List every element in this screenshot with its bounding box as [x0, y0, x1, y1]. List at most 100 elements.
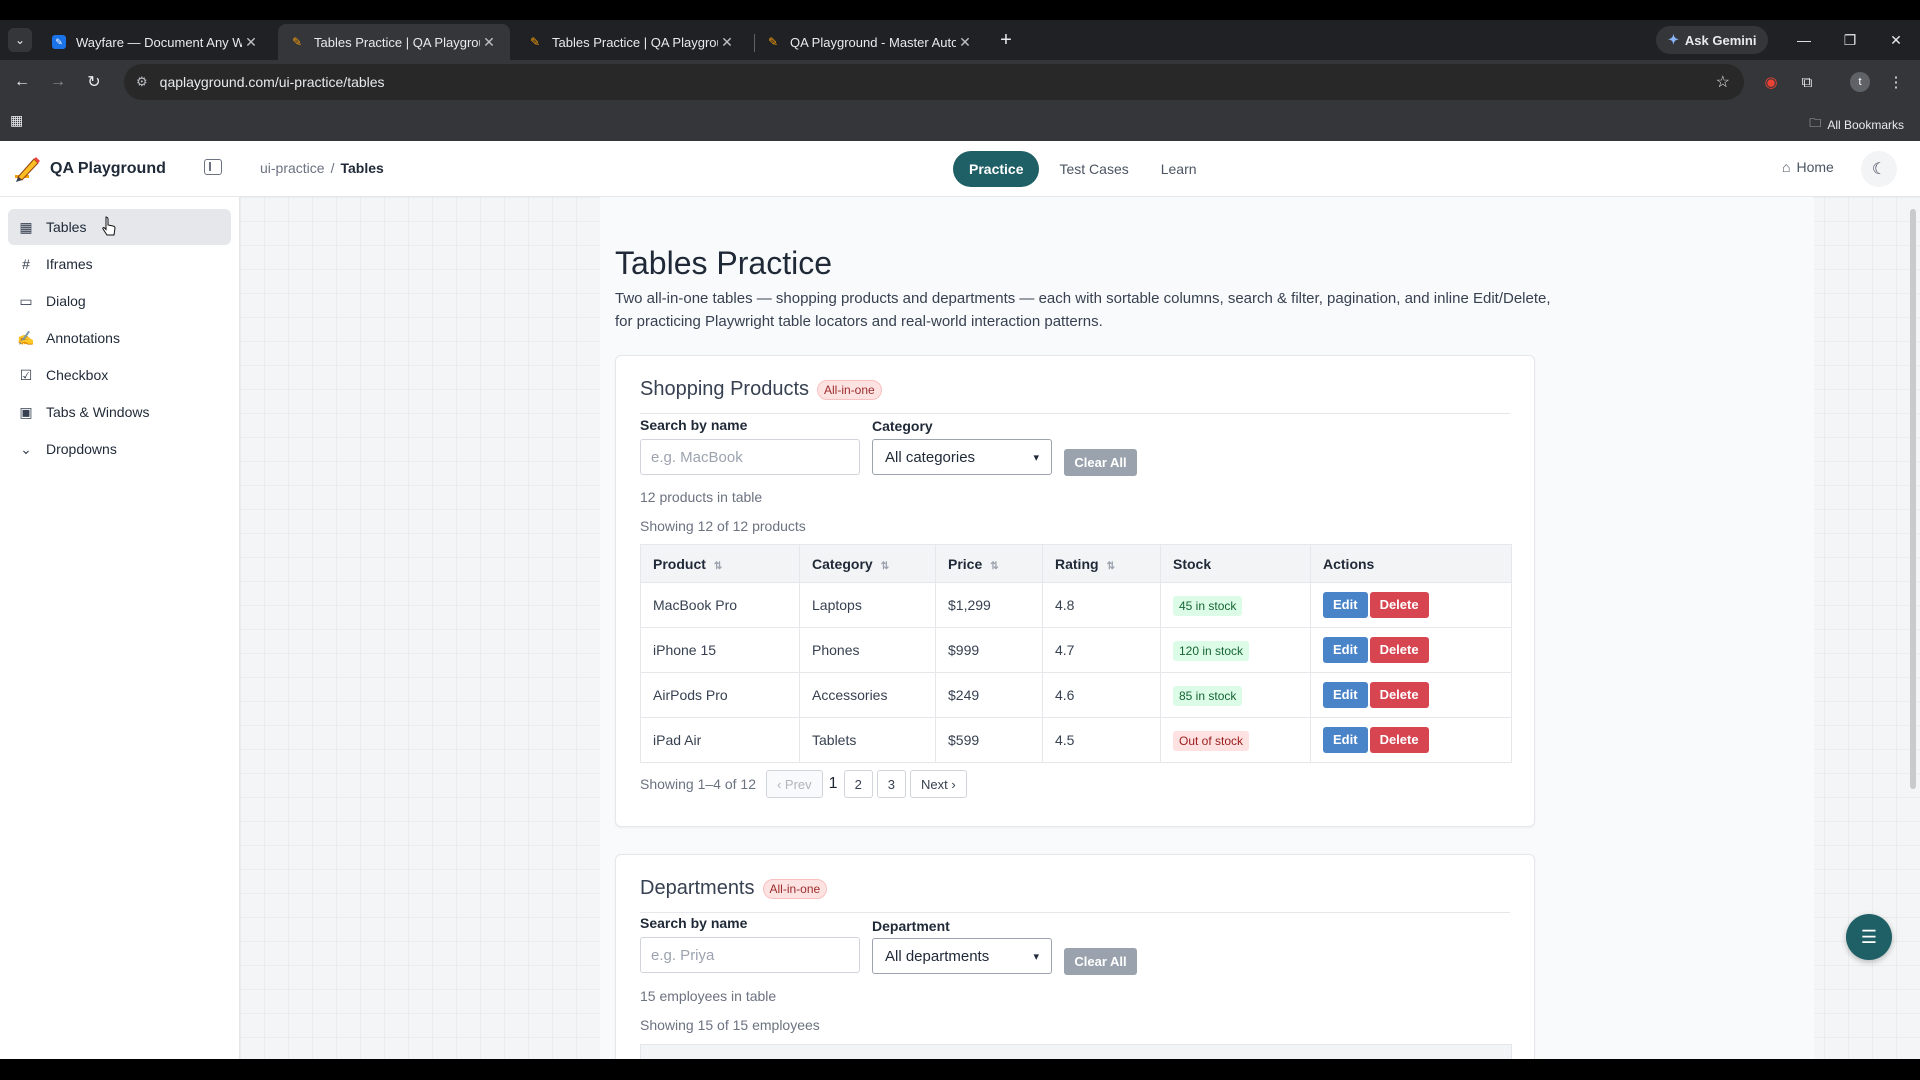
tab-title: Tables Practice | QA Playground: [552, 34, 718, 50]
kebab-menu-icon[interactable]: ⋮: [1884, 70, 1908, 94]
status-badge: All-in-one: [762, 878, 828, 899]
sidebar-item-tabs-windows[interactable]: ▣ Tabs & Windows: [8, 394, 231, 430]
delete-button[interactable]: Delete: [1369, 727, 1429, 753]
category-label: Category: [872, 418, 933, 434]
pencil-icon: ✎: [291, 35, 303, 49]
avatar[interactable]: t: [1850, 72, 1870, 92]
clear-all-button[interactable]: Clear All: [1064, 948, 1137, 975]
nav-test-cases[interactable]: Test Cases: [1047, 153, 1140, 185]
sidebar-item-annotations[interactable]: ✍ Annotations: [8, 320, 231, 356]
browser-tab-4[interactable]: ✎ QA Playground - Master Autom ✕: [754, 24, 986, 60]
cell-category: Phones: [799, 627, 936, 673]
sidebar-item-label: Annotations: [46, 330, 120, 346]
browser-tab-3[interactable]: ✎ Tables Practice | QA Playground ✕: [516, 24, 748, 60]
ask-gemini-button[interactable]: ✦ Ask Gemini: [1656, 26, 1769, 54]
edit-button[interactable]: Edit: [1323, 592, 1368, 618]
puzzle-icon[interactable]: ⧉: [1795, 70, 1819, 94]
address-bar[interactable]: ⚙ qaplayground.com/ui-practice/tables ☆: [124, 64, 1744, 100]
forward-button[interactable]: →: [46, 70, 70, 94]
sidebar-item-dialog[interactable]: ▭ Dialog: [8, 283, 231, 319]
column-header-price[interactable]: Price ⇅: [935, 544, 1043, 583]
table-header-row: Product ⇅ Category ⇅ Price ⇅ Rating ⇅ Stock …: [640, 544, 1512, 583]
page-button-3[interactable]: 3: [876, 770, 907, 798]
next-page-button[interactable]: Next ›: [910, 770, 967, 798]
moon-icon: ☾: [1871, 161, 1887, 178]
chat-icon: ☰: [1860, 926, 1878, 947]
bookmark-star-icon[interactable]: ☆: [1716, 72, 1730, 92]
sidebar-item-dropdowns[interactable]: ⌄ Dropdowns: [8, 431, 231, 467]
cell-category: Tablets: [799, 717, 936, 763]
employee-search-input[interactable]: e.g. Priya: [640, 937, 860, 973]
column-header-rating[interactable]: Rating ⇅: [1042, 544, 1161, 583]
doc-icon: ✎: [52, 35, 66, 49]
close-icon[interactable]: ✕: [242, 34, 260, 51]
minimize-button[interactable]: —: [1784, 26, 1824, 54]
close-icon[interactable]: ✕: [718, 34, 736, 51]
sidebar-item-tables[interactable]: ▦ Tables: [8, 209, 231, 245]
tab-search-button[interactable]: ⌄: [8, 28, 32, 52]
nav-practice[interactable]: Practice: [953, 151, 1040, 187]
bookmarks-bar: ▦ 🗀 All Bookmarks: [0, 104, 1920, 141]
sidebar-item-iframes[interactable]: # Iframes: [8, 246, 231, 282]
top-nav: Practice Test Cases Learn: [953, 151, 1209, 187]
delete-button[interactable]: Delete: [1369, 637, 1429, 663]
clear-all-button[interactable]: Clear All: [1064, 449, 1137, 476]
close-icon[interactable]: ✕: [956, 34, 974, 51]
all-bookmarks-button[interactable]: 🗀 All Bookmarks: [1809, 114, 1904, 135]
delete-button[interactable]: Delete: [1369, 682, 1429, 708]
cell-rating: 4.5: [1042, 717, 1161, 763]
category-selected: All categories: [885, 448, 976, 466]
extension-icon[interactable]: ◉: [1759, 70, 1783, 94]
sidebar-item-checkbox[interactable]: ☑ Checkbox: [8, 357, 231, 393]
sort-icon[interactable]: ⇅: [990, 561, 998, 572]
employees-count: 15 employees in table: [640, 988, 777, 1004]
reload-button[interactable]: ↻: [82, 70, 106, 94]
mouse-cursor-icon: [102, 216, 116, 236]
window-icon: ▣: [19, 403, 33, 420]
department-select[interactable]: All departments ▾: [872, 938, 1052, 974]
sidebar-toggle-icon[interactable]: [204, 159, 222, 175]
page-button-2[interactable]: 2: [843, 770, 873, 798]
apps-grid-icon[interactable]: ▦: [10, 112, 23, 129]
column-header-product[interactable]: Product ⇅: [640, 544, 800, 583]
nav-learn[interactable]: Learn: [1149, 153, 1209, 185]
back-button[interactable]: ←: [10, 70, 34, 94]
all-bookmarks-label: All Bookmarks: [1827, 117, 1904, 132]
sort-icon[interactable]: ⇅: [714, 561, 722, 572]
sort-icon[interactable]: ⇅: [1107, 561, 1115, 572]
column-label: Product: [653, 555, 706, 572]
cell-stock: 120 in stock: [1160, 627, 1311, 673]
browser-tab-2[interactable]: ✎ Tables Practice | QA Playground ✕: [278, 24, 510, 60]
column-header-category[interactable]: Category ⇅: [799, 544, 936, 583]
close-window-button[interactable]: ✕: [1876, 26, 1916, 54]
products-count: 12 products in table: [640, 489, 763, 505]
browser-tab-1[interactable]: ✎ Wayfare — Document Any Wor ✕: [40, 24, 272, 60]
product-search-input[interactable]: e.g. MacBook: [640, 439, 860, 475]
home-link[interactable]: ⌂ Home: [1782, 159, 1834, 175]
page-scrollbar[interactable]: [1910, 209, 1916, 789]
new-tab-button[interactable]: +: [994, 28, 1018, 52]
pen-icon: ✍: [17, 329, 35, 346]
breadcrumb-parent[interactable]: ui-practice: [260, 160, 325, 176]
prev-page-button[interactable]: ‹ Prev: [765, 770, 823, 798]
cell-category: Laptops: [799, 582, 936, 628]
brand-link[interactable]: QA Playground: [12, 155, 166, 183]
sort-icon[interactable]: ⇅: [881, 561, 889, 572]
stock-badge: 45 in stock: [1173, 596, 1243, 616]
theme-toggle-button[interactable]: ☾: [1861, 151, 1897, 187]
close-icon[interactable]: ✕: [480, 34, 498, 51]
departments-card: Departments All-in-one Search by name e.…: [615, 854, 1535, 1059]
stock-badge: Out of stock: [1173, 731, 1250, 751]
tab-title: Wayfare — Document Any Wor: [76, 34, 242, 50]
restore-button[interactable]: ❐: [1830, 26, 1870, 54]
category-select[interactable]: All categories ▾: [872, 439, 1052, 475]
chat-button[interactable]: ☰: [1846, 914, 1892, 960]
site-info-icon[interactable]: ⚙: [136, 74, 148, 90]
edit-button[interactable]: Edit: [1323, 727, 1368, 753]
gemini-icon: ✦: [1668, 32, 1679, 47]
delete-button[interactable]: Delete: [1369, 592, 1429, 618]
edit-button[interactable]: Edit: [1323, 682, 1368, 708]
column-label: Stock: [1173, 555, 1212, 572]
table-row: AirPods Pro Accessories $249 4.6 85 in s…: [640, 672, 1512, 718]
edit-button[interactable]: Edit: [1323, 637, 1368, 663]
